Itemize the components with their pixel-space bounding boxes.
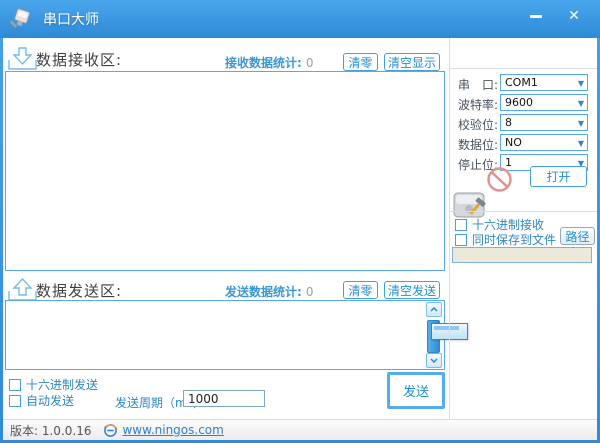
chevron-up-icon bbox=[430, 307, 438, 312]
scrollbar-tooltip-bar bbox=[434, 326, 459, 330]
port-select[interactable]: COM1▼ bbox=[500, 74, 588, 91]
disk-hammer-icon bbox=[453, 189, 491, 219]
scroll-up-button[interactable] bbox=[426, 302, 442, 317]
auto-send-checkbox[interactable] bbox=[9, 395, 21, 407]
parity-label: 校验位: bbox=[458, 116, 498, 133]
website-link[interactable]: www.ningos.com bbox=[122, 423, 223, 437]
minimize-icon bbox=[530, 15, 542, 18]
titlebar: 串口大师 ✕ bbox=[0, 0, 600, 38]
receive-clear-display-button[interactable]: 清空显示 bbox=[384, 53, 440, 71]
arrow-down-tray-icon bbox=[8, 47, 37, 70]
auto-send-label: 自动发送 bbox=[26, 392, 74, 409]
send-textarea[interactable] bbox=[5, 300, 445, 370]
receive-stats-value: 0 bbox=[306, 56, 314, 70]
path-button[interactable]: 路径 bbox=[560, 227, 595, 245]
save-path-input[interactable] bbox=[452, 247, 592, 263]
chevron-down-icon bbox=[430, 358, 438, 363]
chevron-down-icon: ▼ bbox=[578, 119, 584, 128]
ie-icon bbox=[103, 423, 118, 438]
save-file-row: 同时保存到文件 bbox=[455, 231, 556, 248]
send-clear-send-button[interactable]: 清空发送 bbox=[384, 281, 440, 299]
close-button[interactable]: ✕ bbox=[558, 4, 590, 28]
send-section-title: 数据发送区: bbox=[36, 280, 122, 301]
window-title: 串口大师 bbox=[43, 9, 99, 29]
receive-textarea[interactable] bbox=[5, 71, 445, 271]
databits-select[interactable]: NO▼ bbox=[500, 134, 588, 151]
send-stats: 发送数据统计: 0 bbox=[225, 283, 313, 300]
hex-send-label: 十六进制发送 bbox=[26, 376, 98, 393]
serial-plug-icon bbox=[9, 7, 35, 31]
receive-stats: 接收数据统计: 0 bbox=[225, 54, 313, 71]
send-clear-button[interactable]: 清零 bbox=[343, 281, 378, 299]
hex-receive-checkbox[interactable] bbox=[455, 219, 467, 231]
baud-select[interactable]: 9600▼ bbox=[500, 94, 588, 111]
send-stats-label: 发送数据统计: bbox=[225, 285, 302, 299]
send-button[interactable]: 发送 bbox=[387, 372, 445, 409]
panel-divider bbox=[449, 38, 450, 419]
app-window: 串口大师 ✕ 数据接收区: 接收数据统计: 0 清零 清空显示 数据发送区: 发送… bbox=[0, 0, 600, 443]
settings-bottom-divider bbox=[450, 211, 597, 212]
settings-top-divider bbox=[450, 68, 597, 69]
chevron-down-icon: ▼ bbox=[578, 139, 584, 148]
receive-stats-label: 接收数据统计: bbox=[225, 56, 302, 70]
hex-send-checkbox[interactable] bbox=[9, 379, 21, 391]
receive-section-title: 数据接收区: bbox=[36, 49, 122, 70]
baud-label: 波特率: bbox=[458, 96, 498, 113]
receive-clear-button[interactable]: 清零 bbox=[343, 53, 378, 71]
arrow-up-tray-icon bbox=[8, 278, 37, 301]
content-area: 数据接收区: 接收数据统计:0 清零 清空显示 数据发送区: 发送数据统计:0 … bbox=[3, 38, 597, 440]
save-file-label: 同时保存到文件 bbox=[472, 231, 556, 248]
databits-label: 数据位: bbox=[458, 136, 498, 153]
chevron-down-icon: ▼ bbox=[578, 99, 584, 108]
save-file-checkbox[interactable] bbox=[455, 234, 467, 246]
version-text: 版本: 1.0.0.16 bbox=[10, 422, 91, 439]
send-period-input[interactable] bbox=[183, 390, 265, 407]
hex-send-row: 十六进制发送 bbox=[9, 376, 98, 393]
port-label: 串 口: bbox=[458, 76, 498, 93]
open-port-button[interactable]: 打开 bbox=[530, 166, 587, 187]
statusbar: 版本: 1.0.0.16 www.ningos.com bbox=[3, 419, 597, 440]
scroll-down-button[interactable] bbox=[426, 353, 442, 368]
parity-select[interactable]: 8▼ bbox=[500, 114, 588, 131]
auto-send-row: 自动发送 bbox=[9, 392, 74, 409]
minimize-button[interactable] bbox=[520, 4, 552, 28]
send-stats-value: 0 bbox=[306, 285, 314, 299]
close-icon: ✕ bbox=[568, 8, 580, 24]
chevron-down-icon: ▼ bbox=[578, 79, 584, 88]
